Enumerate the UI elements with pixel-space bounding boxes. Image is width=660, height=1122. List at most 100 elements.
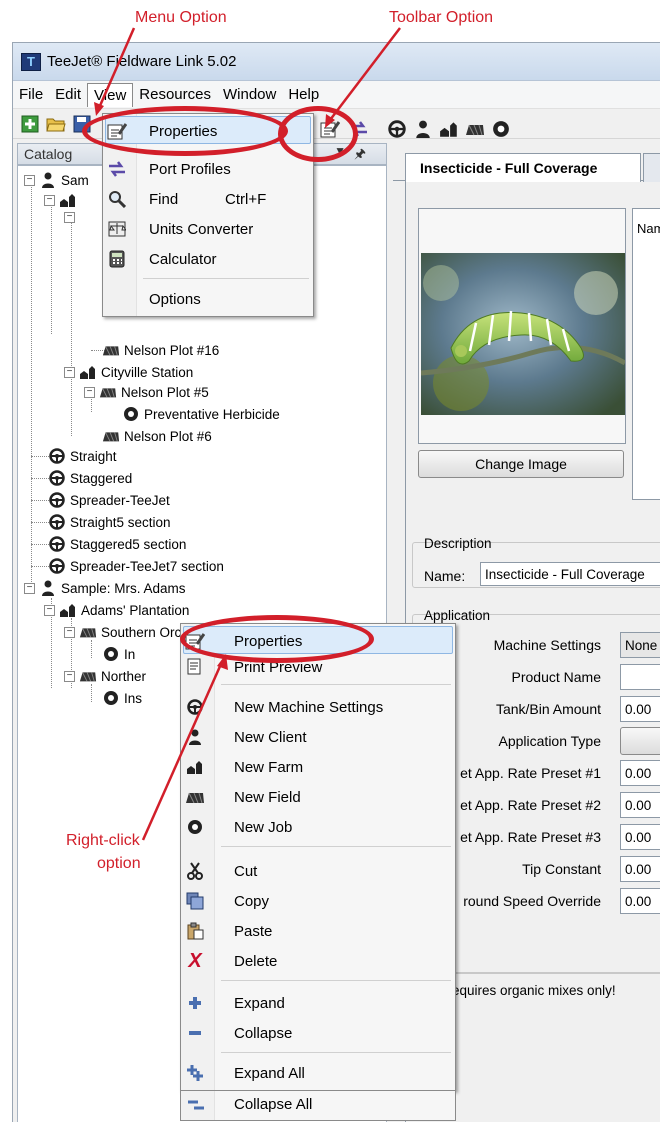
collapse-toggle-icon[interactable]: −: [64, 212, 75, 223]
tree-node-farm[interactable]: −: [44, 192, 81, 208]
context-item-new-client[interactable]: New Client: [181, 722, 455, 752]
steering-wheel-icon: [48, 536, 66, 552]
menu-view[interactable]: View: [87, 82, 134, 107]
collapse-toggle-icon[interactable]: −: [64, 670, 75, 682]
image-frame: [418, 208, 626, 444]
tree-node-job[interactable]: Preventative Herbicide: [122, 406, 280, 422]
tree-node-field[interactable]: − Nelson Plot #5: [84, 384, 209, 400]
caterpillar-photo: [421, 253, 625, 415]
tree-node-label: Sam: [61, 172, 89, 188]
tank-bin-amount-field[interactable]: 0.00: [620, 696, 660, 722]
tip-constant-field[interactable]: 0.00: [620, 856, 660, 882]
context-item-copy[interactable]: Copy: [181, 886, 455, 916]
menu-window[interactable]: Window: [217, 83, 282, 107]
tree-node-client[interactable]: − Sam: [24, 172, 89, 188]
tree-node-job[interactable]: Ins: [102, 690, 142, 706]
tree-node-job[interactable]: In: [102, 646, 135, 662]
farm-icon: [79, 364, 97, 380]
tree-node-field[interactable]: Nelson Plot #6: [102, 428, 212, 444]
collapse-toggle-icon[interactable]: −: [24, 174, 35, 186]
client-icon: [39, 172, 57, 188]
client-icon[interactable]: [412, 118, 434, 140]
right-click-callout-line1: Right-click: [66, 832, 140, 849]
context-item-new-machine-settings[interactable]: New Machine Settings: [181, 692, 455, 722]
tree-node-machine[interactable]: Staggered: [48, 470, 132, 486]
tree-node-label: Staggered: [70, 470, 133, 486]
menu-item-options[interactable]: Options: [103, 284, 313, 314]
menu-option-highlight-ellipse: [82, 106, 288, 156]
rate-preset-3-field[interactable]: 0.00: [620, 824, 660, 850]
pin-icon[interactable]: 🖈: [354, 145, 366, 167]
context-item-new-farm[interactable]: New Farm: [181, 752, 455, 782]
tree-node-label: Nelson Plot #16: [124, 342, 220, 358]
tree-node-machine[interactable]: Straight: [48, 448, 117, 464]
tree-node-field[interactable]: − Norther: [64, 668, 146, 684]
farm-icon[interactable]: [438, 118, 460, 140]
ground-speed-override-field[interactable]: 0.00: [620, 888, 660, 914]
tree-node-machine[interactable]: Spreader-TeeJet7 section: [48, 558, 224, 574]
menu-help[interactable]: Help: [282, 83, 325, 107]
tree-node-machine[interactable]: Straight5 section: [48, 514, 171, 530]
context-item-label: New Machine Settings: [234, 698, 384, 716]
add-icon[interactable]: [19, 113, 41, 135]
teejet-logo-icon: T: [21, 52, 41, 71]
tree-node-machine[interactable]: Staggered5 section: [48, 536, 186, 552]
tree-node-label: Ins: [124, 690, 143, 706]
tab-next[interactable]: [643, 153, 660, 182]
menu-item-port-profiles[interactable]: Port Profiles: [103, 154, 313, 184]
tree-node-field[interactable]: Nelson Plot #16: [102, 342, 219, 358]
menu-file[interactable]: File: [13, 83, 49, 107]
context-item-expand-all[interactable]: Expand All: [181, 1058, 455, 1088]
tree-node-machine[interactable]: Spreader-TeeJet: [48, 492, 170, 508]
context-item-expand[interactable]: Expand: [181, 988, 455, 1018]
collapse-toggle-icon[interactable]: −: [64, 626, 75, 638]
change-image-button[interactable]: Change Image: [418, 450, 624, 478]
product-name-field[interactable]: [620, 664, 660, 690]
collapse-toggle-icon[interactable]: −: [84, 386, 95, 398]
context-item-collapse[interactable]: Collapse: [181, 1018, 455, 1048]
collapse-toggle-icon[interactable]: −: [64, 366, 75, 378]
menu-item-shortcut: Ctrl+F: [225, 190, 267, 208]
collapse-toggle-icon[interactable]: −: [44, 194, 55, 206]
steering-wheel-icon: [48, 492, 66, 508]
collapse-toggle-icon[interactable]: −: [44, 604, 55, 616]
context-item-new-field[interactable]: New Field: [181, 782, 455, 812]
steering-wheel-icon[interactable]: [386, 118, 408, 140]
rate-preset-1-field[interactable]: 0.00: [620, 760, 660, 786]
job-icon[interactable]: [490, 118, 512, 140]
context-item-label: Expand: [234, 994, 285, 1012]
menu-resources[interactable]: Resources: [133, 83, 217, 107]
steering-wheel-icon: [48, 514, 66, 530]
menu-item-calculator[interactable]: Calculator: [103, 244, 313, 274]
rate-preset-2-label: et App. Rate Preset #2: [460, 797, 601, 813]
name-field[interactable]: Insecticide - Full Coverage: [480, 562, 660, 586]
context-item-label: New Field: [234, 788, 301, 806]
application-type-button[interactable]: [620, 727, 660, 755]
tree-node-client[interactable]: − Sample: Mrs. Adams: [24, 580, 186, 596]
tree-node-farm[interactable]: − Cityville Station: [64, 364, 193, 380]
context-item-paste[interactable]: Paste: [181, 916, 455, 946]
context-item-label: Collapse All: [234, 1096, 313, 1113]
open-folder-icon[interactable]: [45, 113, 67, 135]
context-item-cut[interactable]: Cut: [181, 856, 455, 886]
farm-icon: [59, 192, 77, 208]
right-click-callout-line2: option: [97, 855, 141, 872]
menu-item-find[interactable]: Find Ctrl+F: [103, 184, 313, 214]
context-item-collapse-all[interactable]: Collapse All: [180, 1091, 456, 1121]
field-icon[interactable]: [464, 118, 486, 140]
machine-settings-select[interactable]: None: [620, 632, 660, 658]
context-item-label: Collapse: [234, 1024, 293, 1042]
context-item-new-job[interactable]: New Job: [181, 812, 455, 842]
tab-insecticide[interactable]: Insecticide - Full Coverage: [405, 153, 641, 182]
menu-edit[interactable]: Edit: [49, 83, 87, 107]
context-item-label: New Client: [234, 728, 307, 746]
tree-node-farm[interactable]: − Adams' Plantation: [44, 602, 189, 618]
tree-node-label: Cityville Station: [101, 364, 194, 380]
rate-preset-2-field[interactable]: 0.00: [620, 792, 660, 818]
context-item-delete[interactable]: X Delete: [181, 946, 455, 976]
window-title: TeeJet® Fieldware Link 5.02: [47, 53, 237, 70]
tree-node-field[interactable]: −: [64, 212, 79, 223]
menu-item-units-converter[interactable]: Units Converter: [103, 214, 313, 244]
tree-node-label: In: [124, 646, 136, 662]
collapse-toggle-icon[interactable]: −: [24, 582, 35, 594]
